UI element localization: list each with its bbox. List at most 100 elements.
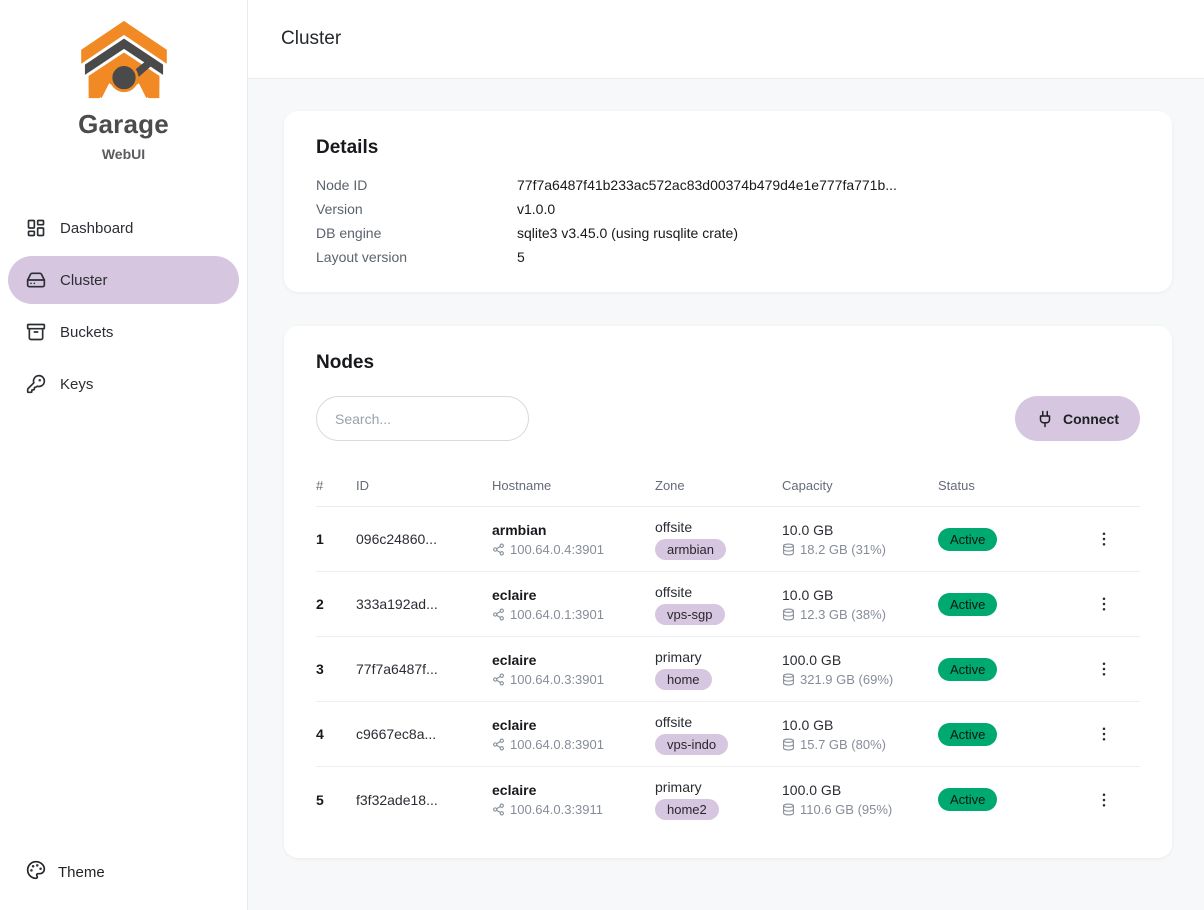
node-capacity: 10.0 GB	[782, 717, 833, 733]
app-subtitle: WebUI	[102, 146, 145, 162]
capacity-cell: 100.0 GB 321.9 GB (69%)	[782, 652, 938, 687]
zone-name: primary	[655, 649, 702, 665]
zone-cell: offsite vps-indo	[655, 714, 782, 755]
node-id: c9667ec8a...	[356, 726, 492, 742]
zone-cell: primary home2	[655, 779, 782, 820]
sidebar-item-dashboard[interactable]: Dashboard	[8, 204, 239, 252]
connect-label: Connect	[1063, 411, 1119, 427]
node-hostname: eclaire	[492, 587, 536, 603]
status-cell: Active	[938, 723, 1067, 746]
sidebar-item-cluster[interactable]: Cluster	[8, 256, 239, 304]
connect-button[interactable]: Connect	[1015, 396, 1140, 441]
content: Details Node ID 77f7a6487f41b233ac572ac8…	[248, 79, 1204, 910]
app-title: Garage	[78, 109, 169, 140]
sidebar-item-label: Buckets	[60, 324, 113, 341]
network-share-icon	[492, 673, 505, 686]
status-cell: Active	[938, 593, 1067, 616]
node-id: 333a192ad...	[356, 596, 492, 612]
hostname-cell: eclaire 100.64.0.3:3911	[492, 782, 655, 817]
row-actions-kebab-icon[interactable]	[1090, 525, 1118, 553]
sidebar-item-label: Cluster	[60, 272, 108, 289]
table-row: 5 f3f32ade18... eclaire 100.64.0.3:3911 …	[316, 767, 1140, 832]
dashboard-icon	[26, 218, 46, 238]
node-id: 77f7a6487f...	[356, 661, 492, 677]
row-actions-kebab-icon[interactable]	[1090, 720, 1118, 748]
zone-tag-badge: home	[655, 669, 712, 690]
zone-name: primary	[655, 779, 702, 795]
table-body: 1 096c24860... armbian 100.64.0.4:3901 o…	[316, 507, 1140, 832]
node-used-line: 18.2 GB (31%)	[782, 542, 886, 557]
hostname-cell: eclaire 100.64.0.1:3901	[492, 587, 655, 622]
database-icon	[782, 673, 795, 686]
row-actions-kebab-icon[interactable]	[1090, 655, 1118, 683]
search-input[interactable]	[316, 396, 529, 441]
node-number: 2	[316, 596, 356, 612]
detail-row: Node ID 77f7a6487f41b233ac572ac83d00374b…	[316, 177, 1140, 194]
nodes-card: Nodes Connect # ID Hostname	[284, 326, 1172, 858]
col-header-num: #	[316, 478, 356, 493]
node-address: 100.64.0.4:3901	[510, 542, 604, 557]
sidebar-item-buckets[interactable]: Buckets	[8, 308, 239, 356]
detail-label: Version	[316, 201, 517, 218]
zone-name: offsite	[655, 519, 692, 535]
garage-logo-icon	[78, 20, 170, 105]
node-address-line: 100.64.0.3:3901	[492, 672, 604, 687]
database-icon	[782, 803, 795, 816]
node-used: 110.6 GB (95%)	[800, 802, 892, 817]
detail-label: Node ID	[316, 177, 517, 194]
theme-button[interactable]: Theme	[8, 852, 239, 892]
table-row: 4 c9667ec8a... eclaire 100.64.0.8:3901 o…	[316, 702, 1140, 767]
node-number: 5	[316, 792, 356, 808]
network-share-icon	[492, 543, 505, 556]
row-actions-kebab-icon[interactable]	[1090, 590, 1118, 618]
node-number: 1	[316, 531, 356, 547]
sidebar-spacer	[8, 408, 239, 852]
node-address-line: 100.64.0.4:3901	[492, 542, 604, 557]
node-capacity: 100.0 GB	[782, 782, 841, 798]
node-capacity: 10.0 GB	[782, 522, 833, 538]
status-cell: Active	[938, 528, 1067, 551]
node-address-line: 100.64.0.3:3911	[492, 802, 603, 817]
node-used: 15.7 GB (80%)	[800, 737, 886, 752]
details-rows: Node ID 77f7a6487f41b233ac572ac83d00374b…	[316, 177, 1140, 266]
node-address: 100.64.0.8:3901	[510, 737, 604, 752]
node-hostname: eclaire	[492, 717, 536, 733]
hostname-cell: eclaire 100.64.0.3:3901	[492, 652, 655, 687]
node-address: 100.64.0.1:3901	[510, 607, 604, 622]
status-cell: Active	[938, 658, 1067, 681]
zone-cell: primary home	[655, 649, 782, 690]
node-address: 100.64.0.3:3901	[510, 672, 604, 687]
network-share-icon	[492, 738, 505, 751]
status-badge: Active	[938, 788, 997, 811]
col-header-hostname: Hostname	[492, 478, 655, 493]
node-used: 321.9 GB (69%)	[800, 672, 893, 687]
node-id: f3f32ade18...	[356, 792, 492, 808]
node-address-line: 100.64.0.1:3901	[492, 607, 604, 622]
capacity-cell: 10.0 GB 12.3 GB (38%)	[782, 587, 938, 622]
row-actions-kebab-icon[interactable]	[1090, 786, 1118, 814]
col-header-zone: Zone	[655, 478, 782, 493]
node-hostname: eclaire	[492, 652, 536, 668]
node-used-line: 110.6 GB (95%)	[782, 802, 892, 817]
topbar: Cluster	[248, 0, 1204, 79]
node-hostname: armbian	[492, 522, 546, 538]
capacity-cell: 100.0 GB 110.6 GB (95%)	[782, 782, 938, 817]
node-address-line: 100.64.0.8:3901	[492, 737, 604, 752]
table-row: 3 77f7a6487f... eclaire 100.64.0.3:3901 …	[316, 637, 1140, 702]
zone-tag-badge: home2	[655, 799, 719, 820]
sidebar-item-keys[interactable]: Keys	[8, 360, 239, 408]
status-badge: Active	[938, 528, 997, 551]
zone-cell: offsite vps-sgp	[655, 584, 782, 625]
detail-value: sqlite3 v3.45.0 (using rusqlite crate)	[517, 225, 738, 242]
logo: Garage WebUI	[8, 14, 239, 172]
zone-tag-badge: armbian	[655, 539, 726, 560]
database-icon	[782, 543, 795, 556]
sidebar: Garage WebUI Dashboard Cluster Bucket	[0, 0, 248, 910]
page-title: Cluster	[281, 28, 341, 50]
status-cell: Active	[938, 788, 1067, 811]
node-capacity: 100.0 GB	[782, 652, 841, 668]
node-number: 4	[316, 726, 356, 742]
key-icon	[26, 374, 46, 394]
node-used: 18.2 GB (31%)	[800, 542, 886, 557]
archive-icon	[26, 322, 46, 342]
